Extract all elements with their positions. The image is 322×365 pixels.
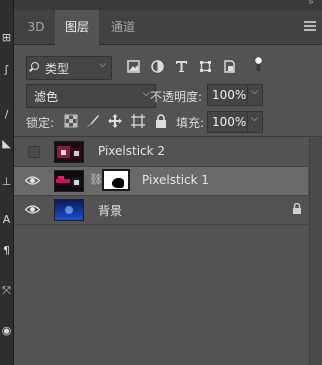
layers-panel: » 3D 图层 通道 类型 ⌵ 滤色 ⌵ 不透明度: 100% ⌵ 锁定: 填充… — [14, 0, 322, 365]
layer-thumbnail[interactable] — [54, 199, 84, 221]
pen-tool-icon[interactable]: ¶ — [0, 243, 13, 259]
transform-tool-icon[interactable]: ⤧ — [0, 283, 13, 299]
lock-image-pixels-icon[interactable] — [86, 114, 100, 128]
layer-row-selected[interactable]: ⛓ Pixelstick 1 — [14, 167, 308, 196]
lock-icon — [293, 203, 301, 214]
layer-row[interactable]: Pixelstick 2 — [14, 138, 308, 167]
lock-artboard-icon[interactable] — [131, 114, 145, 128]
type-tool-icon[interactable]: A — [0, 212, 13, 228]
chevron-down-icon: ⌵ — [99, 60, 106, 70]
lock-position-icon[interactable] — [108, 114, 122, 128]
shape-filter-icon[interactable] — [199, 60, 212, 73]
layer-thumbnail[interactable] — [54, 170, 84, 192]
blend-mode-value: 滤色 — [34, 90, 59, 104]
panel-header: » — [14, 0, 322, 10]
chevron-down-icon: ⌵ — [251, 114, 258, 124]
blend-row: 滤色 ⌵ 不透明度: 100% ⌵ — [14, 84, 322, 108]
zoom-tool-icon[interactable]: ◉ — [0, 323, 13, 339]
layer-thumbnail[interactable] — [54, 141, 84, 163]
smart-object-filter-icon[interactable] — [223, 60, 236, 73]
image-filter-icon[interactable] — [127, 60, 140, 73]
divider — [14, 136, 322, 137]
tab-3d[interactable]: 3D — [20, 10, 52, 44]
mask-shape — [112, 178, 124, 188]
visibility-toggle[interactable] — [28, 146, 40, 158]
healing-tool-icon[interactable]: ◣ — [0, 136, 13, 152]
tab-layers[interactable]: 图层 — [55, 10, 99, 45]
lasso-tool-icon[interactable]: ʃ — [0, 62, 13, 78]
link-icon[interactable]: ⛓ — [89, 173, 103, 186]
search-icon — [31, 62, 39, 70]
eye-icon[interactable] — [25, 174, 40, 187]
fill-dropdown[interactable]: ⌵ — [247, 111, 263, 133]
chevron-down-icon: ⌵ — [251, 87, 258, 97]
layer-name: Pixelstick 2 — [98, 144, 166, 158]
layer-mask-thumbnail[interactable] — [102, 169, 130, 191]
fill-value: 100% — [212, 115, 247, 129]
panel-menu-icon[interactable] — [304, 21, 316, 33]
lock-all-icon[interactable] — [154, 114, 168, 128]
opacity-value: 100% — [212, 88, 247, 102]
stamp-tool-icon[interactable]: ⊥ — [0, 174, 13, 190]
filter-kind-select[interactable]: 类型 ⌵ — [26, 56, 112, 80]
blend-mode-select[interactable]: 滤色 ⌵ — [26, 84, 156, 108]
layer-name: Pixelstick 1 — [142, 173, 210, 187]
chevron-down-icon: ⌵ — [142, 88, 150, 99]
lock-transparent-pixels-icon[interactable] — [64, 114, 78, 128]
eye-icon[interactable] — [25, 203, 40, 216]
tools-strip: ⊞ ʃ / ◣ ⊥ A ¶ ⤧ ◉ — [0, 0, 14, 365]
lock-row: 锁定: 填充: 100% ⌵ — [14, 111, 322, 134]
collapse-icon[interactable]: » — [308, 0, 314, 8]
filter-kind-label: 类型 — [45, 62, 70, 76]
lock-label: 锁定: — [26, 116, 55, 130]
adjustment-filter-icon[interactable] — [151, 60, 164, 73]
panel-tabs: 3D 图层 通道 — [14, 10, 322, 45]
tab-channels[interactable]: 通道 — [102, 10, 144, 44]
opacity-dropdown[interactable]: ⌵ — [247, 84, 263, 106]
filter-toggle-icon[interactable] — [255, 57, 262, 71]
artboard-tool-icon[interactable]: ⊞ — [0, 30, 13, 46]
layer-row[interactable]: 背景 — [14, 196, 308, 225]
brush-tool-icon[interactable]: / — [0, 107, 13, 123]
opacity-label: 不透明度: — [150, 90, 203, 104]
layer-name: 背景 — [98, 204, 123, 218]
scrollbar[interactable] — [309, 138, 322, 365]
layer-filter-row: 类型 ⌵ — [14, 56, 322, 80]
fill-label: 填充: — [176, 116, 205, 130]
type-filter-icon[interactable] — [175, 60, 188, 73]
